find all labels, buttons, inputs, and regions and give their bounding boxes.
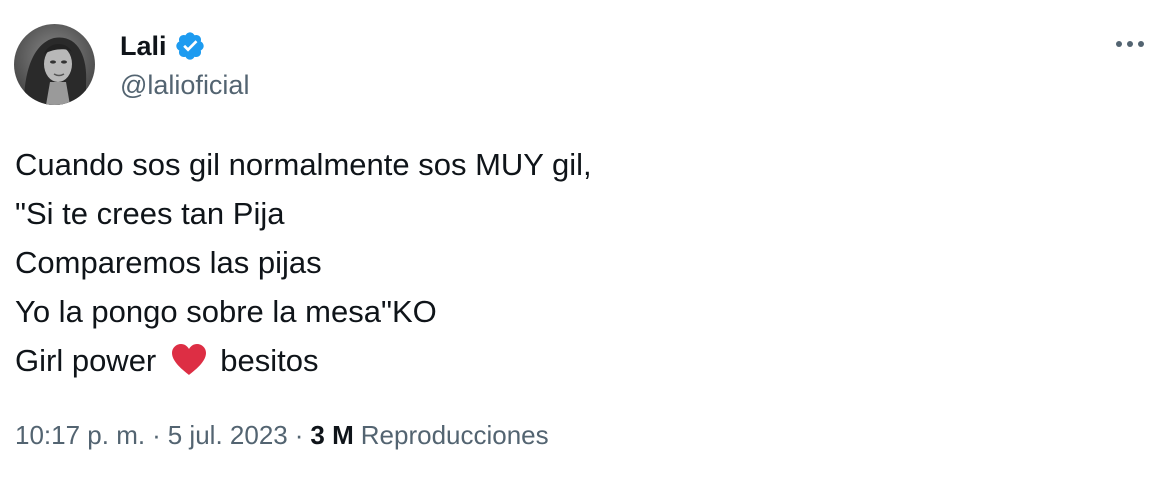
- tweet-line-with-emoji: Girl power besitos: [15, 336, 1135, 385]
- tweet-card: Lali @lalioficial Cuando sos gil normalm…: [0, 0, 1170, 485]
- red-heart-icon: [170, 341, 208, 375]
- tweet-time: 10:17 p. m.: [15, 420, 146, 450]
- tweet-text-segment: besitos: [220, 343, 319, 378]
- tweet-meta: 10:17 p. m. · 5 jul. 2023 · 3 M Reproduccione…: [15, 418, 549, 452]
- tweet-line: Comparemos las pijas: [15, 245, 322, 280]
- tweet-text: Cuando sos gil normalmente sos MUY gil, …: [15, 140, 1135, 385]
- more-horizontal-icon[interactable]: [1112, 30, 1148, 58]
- user-name-row: Lali: [120, 29, 206, 63]
- tweet-text-segment: Girl power: [15, 343, 157, 378]
- views-count: 3 M: [310, 420, 354, 450]
- tweet-timestamp[interactable]: 10:17 p. m. · 5 jul. 2023: [15, 420, 288, 450]
- tweet-line: Cuando sos gil normalmente sos MUY gil,: [15, 147, 592, 182]
- tweet-line: "Si te crees tan Pija: [15, 196, 285, 231]
- meta-separator: ·: [152, 420, 161, 450]
- tweet-line: Yo la pongo sobre la mesa"KO: [15, 294, 437, 329]
- display-name[interactable]: Lali: [120, 29, 167, 63]
- avatar[interactable]: [14, 24, 95, 105]
- views-label: Reproducciones: [360, 420, 549, 450]
- tweet-date: 5 jul. 2023: [167, 420, 288, 450]
- meta-separator: ·: [294, 420, 304, 450]
- user-handle[interactable]: @lalioficial: [120, 68, 249, 102]
- verified-badge-icon: [174, 30, 206, 62]
